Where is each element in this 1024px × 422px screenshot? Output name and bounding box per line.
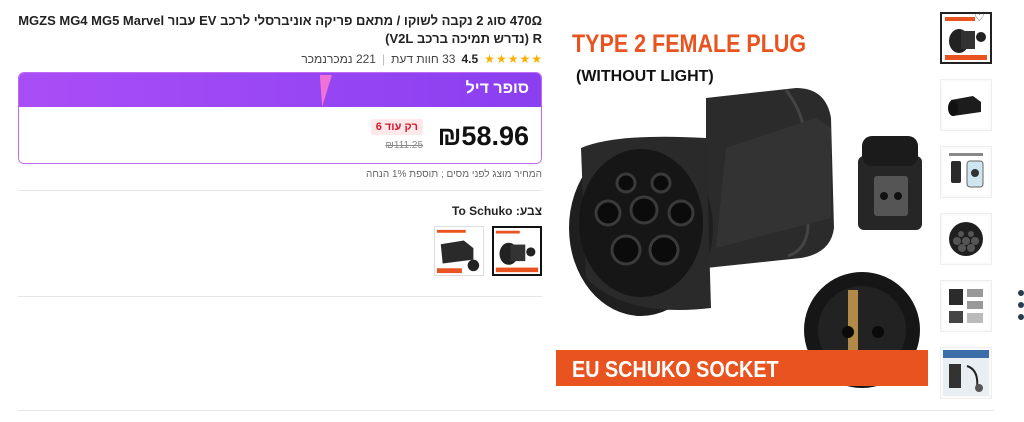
thumbnail-2[interactable] — [940, 79, 992, 131]
color-label: צבע: To Schuko — [452, 204, 542, 218]
divider — [18, 190, 542, 191]
thumbnail-list — [940, 12, 996, 414]
color-option-image — [494, 228, 540, 274]
star-icon: ★ — [495, 52, 507, 66]
color-options — [18, 226, 542, 276]
reviews-link[interactable]: 33 חוות דעת — [391, 52, 455, 66]
stock-left-badge: רק עוד 6 — [370, 119, 423, 135]
color-option-to-schuko[interactable] — [492, 226, 542, 276]
rating-value: 4.5 — [461, 52, 479, 66]
divider — [18, 296, 542, 297]
star-half-icon: ★ — [484, 52, 495, 66]
thumbnail-5-image — [943, 283, 989, 329]
thumbnail-6-image — [943, 350, 989, 396]
lightning-icon — [314, 75, 332, 107]
original-price: ₪111.25 — [385, 140, 423, 151]
thumbnail-6[interactable] — [940, 347, 992, 399]
image-banner-text: EU SCHUKO SOCKET — [572, 356, 779, 382]
price-note: המחיר מוצג לפני מסים ; תוספת 1% הנחה — [366, 169, 542, 180]
color-option-to-schuko-alt[interactable] — [434, 226, 484, 276]
rating-stars: ★ ★ ★ ★ ★ — [484, 52, 542, 66]
divider: | — [381, 52, 386, 66]
divider — [18, 410, 994, 411]
current-price: ₪58.96 — [437, 121, 529, 151]
sold-count: 221 נמכרנמכר — [301, 52, 376, 66]
thumbnail-3[interactable] — [940, 146, 992, 198]
product-info-panel: 470Ω סוג 2 נקבה לשוקו / מתאם פריקה אוניב… — [18, 12, 542, 297]
super-deal-box: סופר דיל ₪58.96 רק עוד 6 ₪111.25 — [18, 72, 542, 164]
thumbnail-4-image — [943, 216, 989, 262]
image-banner: EU SCHUKO SOCKET — [556, 350, 928, 386]
image-subheading: (WITHOUT LIGHT) — [576, 68, 714, 85]
star-icon: ★ — [531, 52, 542, 66]
product-title: 470Ω סוג 2 נקבה לשוקו / מתאם פריקה אוניב… — [18, 13, 542, 46]
super-deal-header: סופר דיל — [19, 73, 541, 107]
main-product-image[interactable]: TYPE 2 FEMALE PLUG (WITHOUT LIGHT) EU SC… — [556, 18, 934, 390]
rating-row: ★ ★ ★ ★ ★ 4.5 33 חוות דעת | 221 נמכרנמכר — [18, 52, 542, 66]
thumbnail-4[interactable] — [940, 213, 992, 265]
more-dots-icon[interactable] — [1018, 290, 1024, 326]
thumbnail-2-image — [943, 82, 989, 128]
thumbnail-5[interactable] — [940, 280, 992, 332]
heart-icon[interactable]: ♡ — [974, 10, 985, 24]
thumbnail-3-image — [943, 149, 989, 195]
star-icon: ★ — [507, 52, 519, 66]
star-icon: ★ — [519, 52, 531, 66]
super-deal-label: סופר דיל — [465, 80, 529, 97]
price-area: ₪58.96 רק עוד 6 ₪111.25 — [19, 107, 541, 163]
color-option-image — [435, 227, 483, 275]
image-heading: TYPE 2 FEMALE PLUG — [572, 30, 807, 58]
